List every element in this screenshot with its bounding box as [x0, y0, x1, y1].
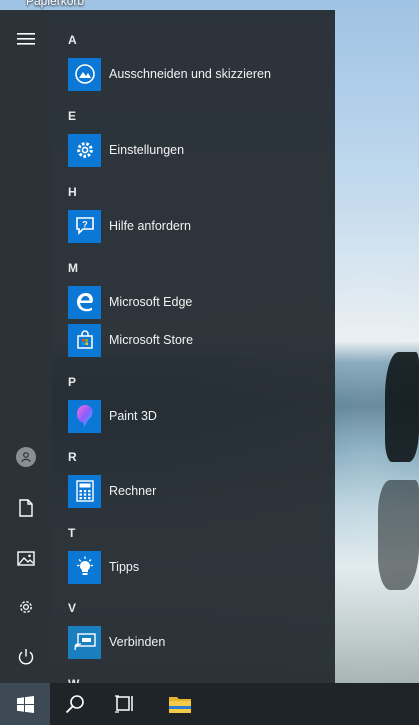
- edge-icon: [68, 285, 101, 319]
- app-label: Microsoft Edge: [109, 295, 193, 309]
- section-letter-t[interactable]: T: [68, 525, 88, 541]
- section-letter-h[interactable]: H: [68, 184, 88, 200]
- file-explorer-icon: [169, 697, 191, 713]
- app-label: Einstellungen: [109, 143, 185, 157]
- app-label: Microsoft Store: [109, 333, 194, 347]
- runner-reflection: [378, 480, 419, 590]
- all-apps-list: A Ausschneiden und skizzieren E Einstell…: [52, 10, 335, 683]
- store-bag-icon: [68, 323, 101, 357]
- lightbulb-icon: [68, 550, 101, 584]
- section-letter-p[interactable]: P: [68, 374, 88, 390]
- start-button[interactable]: [0, 683, 50, 725]
- svg-text:?: ?: [82, 220, 88, 230]
- user-icon: [16, 447, 36, 467]
- app-hilfe-anfordern[interactable]: ? Hilfe anfordern: [68, 209, 318, 243]
- windows-logo-icon: [16, 695, 34, 713]
- app-label: Ausschneiden und skizzieren: [109, 67, 271, 81]
- pictures-button[interactable]: [0, 536, 52, 580]
- app-label: Verbinden: [109, 635, 166, 649]
- documents-button[interactable]: [0, 486, 52, 530]
- gear-icon: [20, 601, 32, 613]
- calculator-icon: [68, 474, 101, 508]
- app-ausschneiden-und-skizzieren[interactable]: Ausschneiden und skizzieren: [68, 57, 318, 91]
- section-letter-v[interactable]: V: [68, 600, 88, 616]
- runner-silhouette: [385, 352, 419, 462]
- hamburger-icon: [17, 33, 35, 45]
- app-microsoft-edge[interactable]: Microsoft Edge: [68, 285, 318, 319]
- cast-icon: [68, 625, 101, 659]
- pictures-icon: [17, 550, 35, 566]
- gear-icon: [68, 133, 101, 167]
- start-menu: A Ausschneiden und skizzieren E Einstell…: [0, 10, 335, 683]
- taskbar: [0, 683, 419, 725]
- app-microsoft-store[interactable]: Microsoft Store: [68, 323, 318, 357]
- section-letter-r[interactable]: R: [68, 449, 88, 465]
- snip-sketch-icon: [68, 57, 101, 91]
- expand-menu-button[interactable]: [0, 17, 52, 61]
- section-letter-m[interactable]: M: [68, 260, 88, 276]
- start-rail: [0, 10, 52, 683]
- file-explorer-button[interactable]: [155, 683, 205, 725]
- power-icon: [18, 649, 34, 665]
- search-icon: [65, 695, 84, 714]
- task-view-icon: [115, 695, 133, 713]
- power-button[interactable]: [0, 635, 52, 679]
- paint3d-icon: [68, 399, 101, 433]
- settings-button[interactable]: [0, 585, 52, 629]
- section-letter-e[interactable]: E: [68, 108, 88, 124]
- section-letter-w[interactable]: W: [68, 676, 88, 683]
- app-label: Paint 3D: [109, 409, 157, 423]
- app-label: Hilfe anfordern: [109, 219, 191, 233]
- app-verbinden[interactable]: Verbinden: [68, 625, 318, 659]
- app-tipps[interactable]: Tipps: [68, 550, 318, 584]
- help-chat-icon: ?: [68, 209, 101, 243]
- search-button[interactable]: [50, 683, 100, 725]
- app-einstellungen[interactable]: Einstellungen: [68, 133, 318, 167]
- task-view-button[interactable]: [100, 683, 150, 725]
- user-account-button[interactable]: [0, 435, 52, 479]
- app-rechner[interactable]: Rechner: [68, 474, 318, 508]
- section-letter-a[interactable]: A: [68, 32, 88, 48]
- recycle-bin-label[interactable]: Papierkorb: [26, 0, 84, 8]
- app-paint-3d[interactable]: Paint 3D: [68, 399, 318, 433]
- document-icon: [19, 499, 33, 517]
- app-label: Rechner: [109, 484, 157, 498]
- app-label: Tipps: [109, 560, 140, 574]
